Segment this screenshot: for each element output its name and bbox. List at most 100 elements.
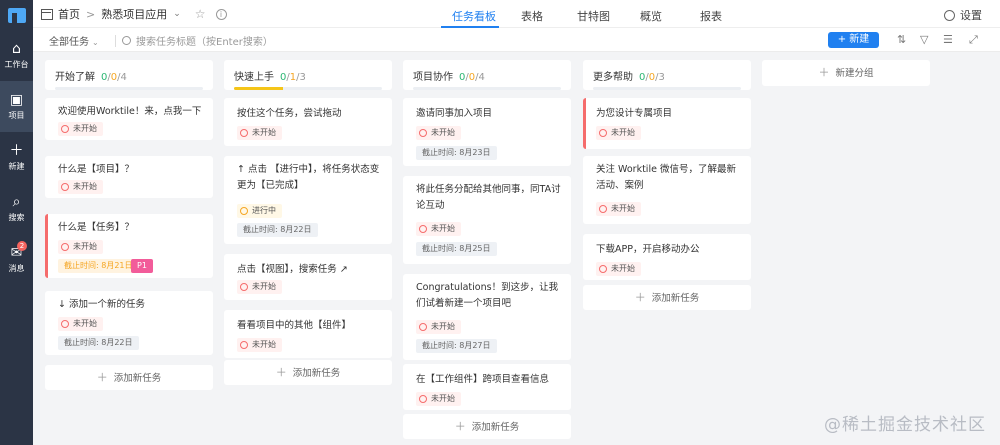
column-count: 0/0/3 — [639, 72, 665, 83]
task-title: 邀请同事加入项目 — [416, 108, 493, 119]
tab-gantt[interactable]: 甘特图 — [577, 8, 610, 24]
task-card[interactable]: 什么是【任务】？ 未开始 截止时间: 8月21日 P1 — [45, 214, 213, 278]
column-header[interactable]: 快速上手 0/1/3 — [224, 60, 392, 90]
board-column: 项目协作 0/0/4 邀请同事加入项目 未开始 截止时间: 8月23日 将此任务分… — [403, 60, 571, 439]
breadcrumb-home[interactable]: 首页 — [58, 6, 80, 22]
column-progress-bar — [413, 87, 561, 90]
task-title: 什么是【项目】？ — [58, 164, 135, 175]
due-date-badge[interactable]: 截止时间: 8月22日 — [237, 223, 318, 237]
column-title: 开始了解 — [55, 72, 95, 83]
task-card[interactable]: 关注 Worktile 微信号，了解最新活动、案例 未开始 — [583, 156, 751, 224]
message-count-badge: 2 — [17, 241, 27, 251]
status-badge[interactable]: 未开始 — [237, 280, 282, 294]
add-group-button[interactable]: ＋新建分组 — [762, 60, 930, 86]
info-icon[interactable]: i — [215, 8, 227, 20]
status-badge[interactable]: 未开始 — [596, 262, 641, 276]
column-header[interactable]: 开始了解 0/0/4 — [45, 60, 213, 90]
add-task-button[interactable]: ＋添加新任务 — [224, 360, 392, 385]
status-icon — [599, 205, 607, 213]
star-icon[interactable]: ☆ — [195, 7, 206, 21]
tab-overview[interactable]: 概览 — [640, 8, 662, 24]
chevron-down-icon[interactable]: ⌄ — [173, 9, 181, 19]
top-bar: 首页 > 熟悉项目应用 ⌄ ☆ i 任务看板 表格 甘特图 概览 报表 设置 — [33, 0, 1000, 28]
status-badge[interactable]: 未开始 — [58, 240, 103, 254]
task-title: 下载APP，开启移动办公 — [596, 244, 700, 255]
status-badge[interactable]: 未开始 — [237, 338, 282, 352]
status-badge[interactable]: 未开始 — [58, 180, 103, 194]
sidebar-item-search[interactable]: ⌕ 搜索 — [0, 183, 33, 234]
task-filter-dropdown[interactable]: 全部任务 ⌄ — [49, 33, 99, 48]
status-badge[interactable]: 未开始 — [58, 122, 103, 136]
sidebar-item-project[interactable]: ▣ 项目 — [0, 81, 33, 132]
sidebar-item-label: 消息 — [8, 264, 25, 273]
status-badge[interactable]: 进行中 — [237, 204, 282, 218]
status-badge[interactable]: 未开始 — [416, 392, 461, 406]
status-badge[interactable]: 未开始 — [596, 202, 641, 216]
due-date-badge[interactable]: 截止时间: 8月21日 — [58, 259, 139, 273]
column-header[interactable]: 项目协作 0/0/4 — [403, 60, 571, 90]
sidebar-item-messages[interactable]: ✉ 2 消息 — [0, 234, 33, 285]
task-card[interactable]: 点击【视图】，搜索任务 ↗ 未开始 — [224, 254, 392, 300]
task-card[interactable]: 看看项目中的其他【组件】 未开始 — [224, 310, 392, 358]
status-badge[interactable]: 未开始 — [416, 320, 461, 334]
due-date-badge[interactable]: 截止时间: 8月22日 — [58, 336, 139, 350]
task-card[interactable]: Congratulations！到这步，让我们试着新建一个项目吧 未开始 截止时… — [403, 274, 571, 360]
settings-button[interactable]: 设置 — [944, 7, 982, 23]
search-icon — [122, 36, 131, 45]
task-card[interactable]: 什么是【项目】？ 未开始 — [45, 156, 213, 198]
due-date-badge[interactable]: 截止时间: 8月27日 — [416, 339, 497, 353]
sidebar-item-label: 项目 — [8, 111, 25, 120]
tab-table[interactable]: 表格 — [521, 8, 543, 24]
filter-label: 全部任务 — [49, 37, 89, 48]
app-logo[interactable] — [0, 0, 33, 30]
column-count: 0/0/4 — [101, 72, 127, 83]
left-rail: ⌂ 工作台 ▣ 项目 ＋ 新建 ⌕ 搜索 ✉ 2 消息 — [0, 0, 33, 445]
task-card[interactable]: 在【工作组件】跨项目查看信息 未开始 — [403, 364, 571, 410]
status-badge[interactable]: 未开始 — [416, 222, 461, 236]
sidebar-item-workbench[interactable]: ⌂ 工作台 — [0, 30, 33, 81]
task-card[interactable]: 为您设计专属项目 未开始 — [583, 98, 751, 149]
add-task-button[interactable]: ＋添加新任务 — [403, 414, 571, 439]
filter-icon[interactable]: ▽ — [920, 33, 928, 46]
task-card[interactable]: 欢迎使用Worktile！来，点我一下~ 未开始 — [45, 98, 213, 140]
status-icon — [599, 265, 607, 273]
tab-task-board[interactable]: 任务看板 — [452, 8, 496, 24]
status-badge[interactable]: 未开始 — [596, 126, 641, 140]
priority-badge[interactable]: P1 — [131, 259, 153, 273]
board-column: 开始了解 0/0/4 欢迎使用Worktile！来，点我一下~ 未开始 什么是【项… — [45, 60, 213, 390]
task-title: 在【工作组件】跨项目查看信息 — [416, 374, 550, 385]
project-name[interactable]: 熟悉项目应用 — [101, 6, 167, 22]
sidebar-item-new[interactable]: ＋ 新建 — [0, 132, 33, 183]
gear-icon — [944, 9, 955, 21]
task-title: 看看项目中的其他【组件】 — [237, 320, 352, 331]
sort-icon[interactable]: ⇅ — [897, 33, 906, 46]
status-icon — [240, 283, 248, 291]
column-header[interactable]: 更多帮助 0/0/3 — [583, 60, 751, 90]
task-card[interactable]: ↓ 添加一个新的任务 未开始 截止时间: 8月22日 — [45, 291, 213, 355]
add-task-button[interactable]: ＋添加新任务 — [45, 365, 213, 390]
due-date-badge[interactable]: 截止时间: 8月25日 — [416, 242, 497, 256]
plus-icon: ＋ — [9, 143, 24, 159]
task-card[interactable]: 按住这个任务，尝试拖动 未开始 — [224, 98, 392, 146]
due-date-badge[interactable]: 截止时间: 8月23日 — [416, 146, 497, 160]
watermark: @稀土掘金技术社区 — [824, 415, 986, 435]
toolbar: 全部任务 ⌄ 搜索任务标题（按Enter搜索） + 新建 ⇅ ▽ ☰ ⤢ — [33, 28, 1000, 52]
search-input[interactable]: 搜索任务标题（按Enter搜索） — [115, 33, 273, 48]
task-card[interactable]: 邀请同事加入项目 未开始 截止时间: 8月23日 — [403, 98, 571, 166]
column-progress-bar — [55, 87, 203, 90]
task-card[interactable]: 将此任务分配给其他同事，同TA讨论互动 未开始 截止时间: 8月25日 — [403, 176, 571, 264]
status-icon — [419, 395, 427, 403]
status-badge[interactable]: 未开始 — [416, 126, 461, 140]
fullscreen-icon[interactable]: ⤢ — [969, 33, 978, 47]
column-progress-bar — [593, 87, 741, 90]
add-task-button[interactable]: ＋添加新任务 — [583, 285, 751, 310]
status-badge[interactable]: 未开始 — [237, 126, 282, 140]
task-card[interactable]: 下载APP，开启移动办公 未开始 — [583, 234, 751, 280]
tab-report[interactable]: 报表 — [700, 8, 722, 24]
status-icon — [61, 125, 69, 133]
task-card[interactable]: ↑ 点击 【进行中】，将任务状态变更为【已完成】 进行中 截止时间: 8月22日 — [224, 156, 392, 244]
sidebar-item-label: 搜索 — [8, 213, 25, 222]
status-badge[interactable]: 未开始 — [58, 317, 103, 331]
new-task-button[interactable]: + 新建 — [828, 32, 879, 48]
settings-sliders-icon[interactable]: ☰ — [943, 33, 953, 46]
